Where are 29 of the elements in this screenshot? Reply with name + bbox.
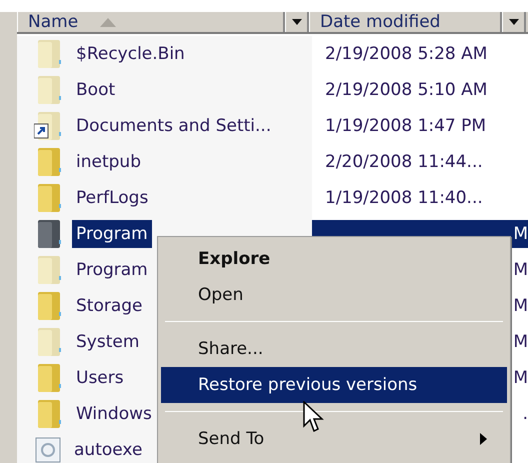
- file-name[interactable]: Boot: [72, 76, 120, 104]
- column-header[interactable]: Date modified: [309, 12, 502, 32]
- column-header[interactable]: Name: [17, 12, 285, 32]
- date-modified: 1/19/2008 1:47 PM: [324, 115, 488, 138]
- date-modified: M: [513, 368, 528, 388]
- menu-item[interactable]: Send To: [161, 421, 507, 457]
- column-dropdown-button[interactable]: [285, 12, 309, 32]
- file-name[interactable]: System: [72, 328, 144, 356]
- date-modified: 2/20/2008 11:44...: [324, 151, 484, 174]
- caret-icon: [292, 19, 302, 25]
- date-modified: M: [513, 296, 528, 316]
- submenu-arrow-icon: [480, 433, 487, 445]
- date-modified: M: [513, 224, 528, 244]
- date-modified: 1/19/2008 11:40...: [324, 187, 484, 210]
- date-modified: 2/19/2008 5:28 AM: [324, 43, 488, 66]
- file-name[interactable]: inetpub: [72, 148, 145, 176]
- date-modified: M: [513, 332, 528, 352]
- file-name[interactable]: Program: [72, 220, 152, 248]
- file-name[interactable]: Storage: [72, 292, 147, 320]
- menu-item[interactable]: Explore: [161, 241, 507, 277]
- menu-item[interactable]: Share...: [161, 331, 507, 367]
- date-modified: .: [522, 404, 528, 424]
- menu-item[interactable]: Open: [161, 277, 507, 313]
- column-dropdown-button[interactable]: [502, 12, 526, 32]
- menu-item[interactable]: Restore previous versions: [161, 367, 507, 403]
- caret-icon: [508, 19, 518, 25]
- date-modified: M: [513, 260, 528, 280]
- file-name[interactable]: Users: [72, 364, 128, 392]
- date-modified: 2/19/2008 5:10 AM: [324, 79, 488, 102]
